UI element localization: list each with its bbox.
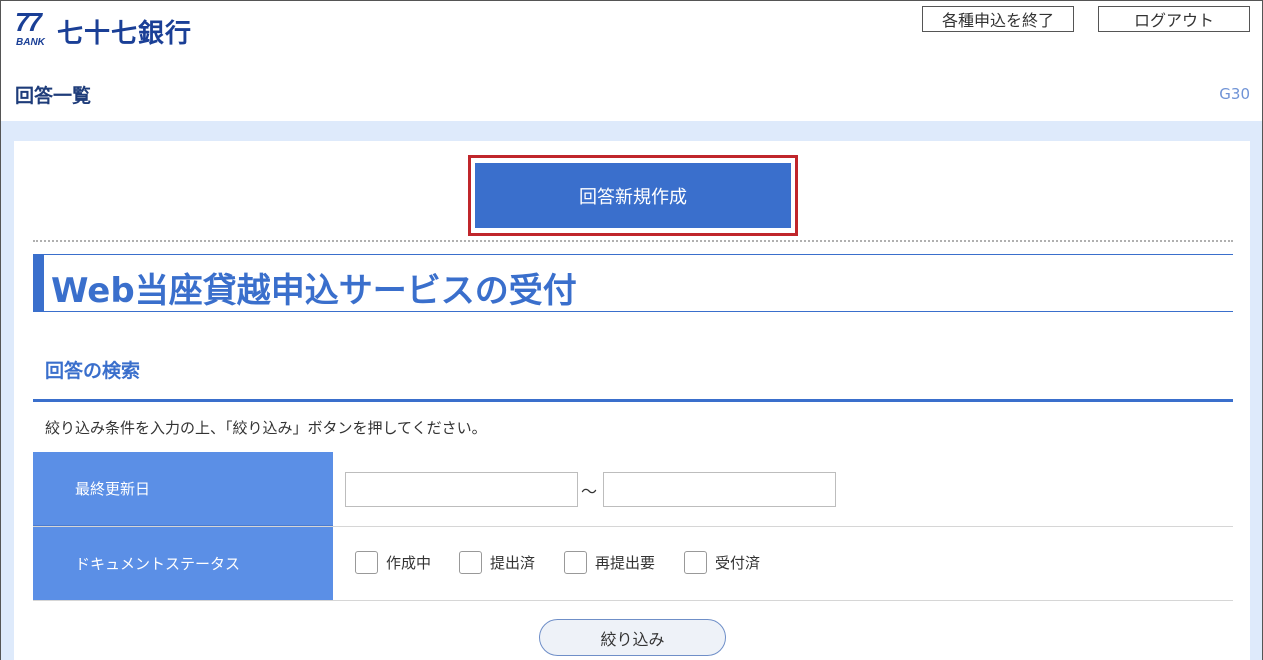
search-title: 回答の検索 [45, 360, 141, 382]
checkbox[interactable] [564, 551, 587, 574]
search-instruction: 絞り込み条件を入力の上、「絞り込み」ボタンを押してください。 [45, 419, 487, 437]
logo-mark: 77 BANK [15, 7, 55, 51]
checkbox[interactable] [459, 551, 482, 574]
date-to-input[interactable] [603, 472, 836, 507]
last-updated-row: 最終更新日 ～ [33, 452, 1233, 527]
filter-button[interactable]: 絞り込み [539, 619, 726, 656]
checkbox[interactable] [684, 551, 707, 574]
header: 77 BANK 七十七銀行 各種申込を終了 ログアウト 回答一覧 G30 [1, 1, 1262, 121]
status-option-resubmit-required[interactable]: 再提出要 [564, 551, 655, 574]
logo-bank-name: 七十七銀行 [57, 19, 193, 49]
status-option-in-progress[interactable]: 作成中 [355, 551, 431, 574]
last-updated-label: 最終更新日 [33, 452, 333, 526]
bank-logo[interactable]: 77 BANK 七十七銀行 [15, 7, 192, 51]
checkbox-label: 作成中 [386, 554, 432, 572]
checkbox-label: 受付済 [715, 554, 761, 572]
search-title-rule [33, 399, 1233, 402]
screen-code: G30 [1219, 85, 1250, 103]
new-answer-button[interactable]: 回答新規作成 [475, 163, 791, 228]
logo-number: 77 [15, 7, 42, 37]
logo-bank-text: BANK [16, 37, 45, 48]
section-accent-bar [33, 255, 44, 311]
document-status-row: ドキュメントステータス 作成中 提出済 再提出要 受付済 [33, 527, 1233, 601]
checkbox-label: 提出済 [490, 554, 536, 572]
document-status-label: ドキュメントステータス [33, 527, 333, 600]
logout-button[interactable]: ログアウト [1098, 6, 1250, 32]
status-option-submitted[interactable]: 提出済 [459, 551, 535, 574]
checkbox-label: 再提出要 [595, 554, 656, 572]
range-separator: ～ [581, 482, 598, 501]
page-title: 回答一覧 [15, 85, 92, 107]
dotted-divider [33, 240, 1233, 242]
date-from-input[interactable] [345, 472, 578, 507]
status-option-accepted[interactable]: 受付済 [684, 551, 760, 574]
end-application-button[interactable]: 各種申込を終了 [922, 6, 1074, 32]
section-title: Web当座貸越申込サービスの受付 [51, 271, 577, 311]
section-header: Web当座貸越申込サービスの受付 [33, 254, 1233, 312]
checkbox[interactable] [355, 551, 378, 574]
